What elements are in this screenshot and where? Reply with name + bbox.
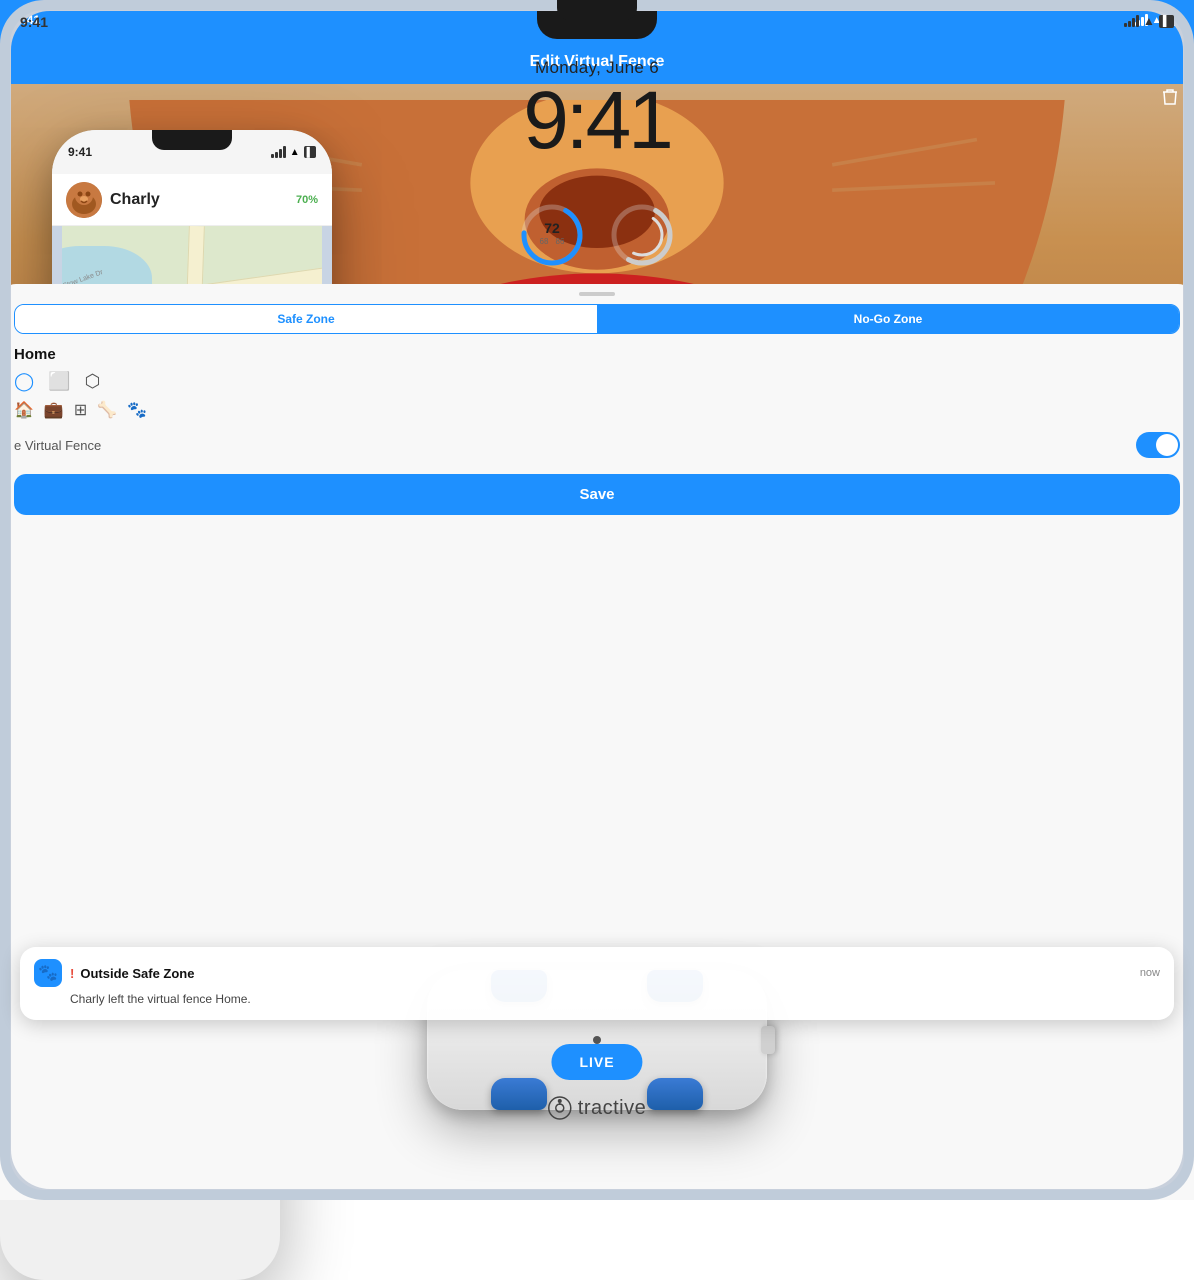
dog-avatar-svg bbox=[66, 182, 102, 218]
center-time: 9:41 bbox=[20, 14, 48, 30]
center-status-bar: 9:41 ▲ ▌ bbox=[0, 0, 330, 50]
tractive-brand-name: tractive bbox=[578, 1097, 646, 1120]
device-tab-br bbox=[647, 1078, 703, 1110]
left-header-bar: Charly 70% bbox=[52, 174, 332, 226]
device-tab-bl bbox=[491, 1078, 547, 1110]
pet-avatar bbox=[66, 182, 102, 218]
device-led bbox=[593, 1036, 601, 1044]
pet-name-label: Charly bbox=[110, 191, 160, 209]
battery-percent: 70% bbox=[296, 194, 318, 206]
device-button bbox=[761, 1026, 775, 1054]
lockscreen-date: Monday, June 6 bbox=[0, 58, 330, 78]
tractive-logo: tractive bbox=[548, 1096, 646, 1120]
tractive-logo-icon bbox=[548, 1096, 572, 1120]
main-scene: 9:41 ▲ ▌ bbox=[0, 0, 1194, 1200]
lockscreen-time: 9:41 bbox=[0, 80, 330, 162]
